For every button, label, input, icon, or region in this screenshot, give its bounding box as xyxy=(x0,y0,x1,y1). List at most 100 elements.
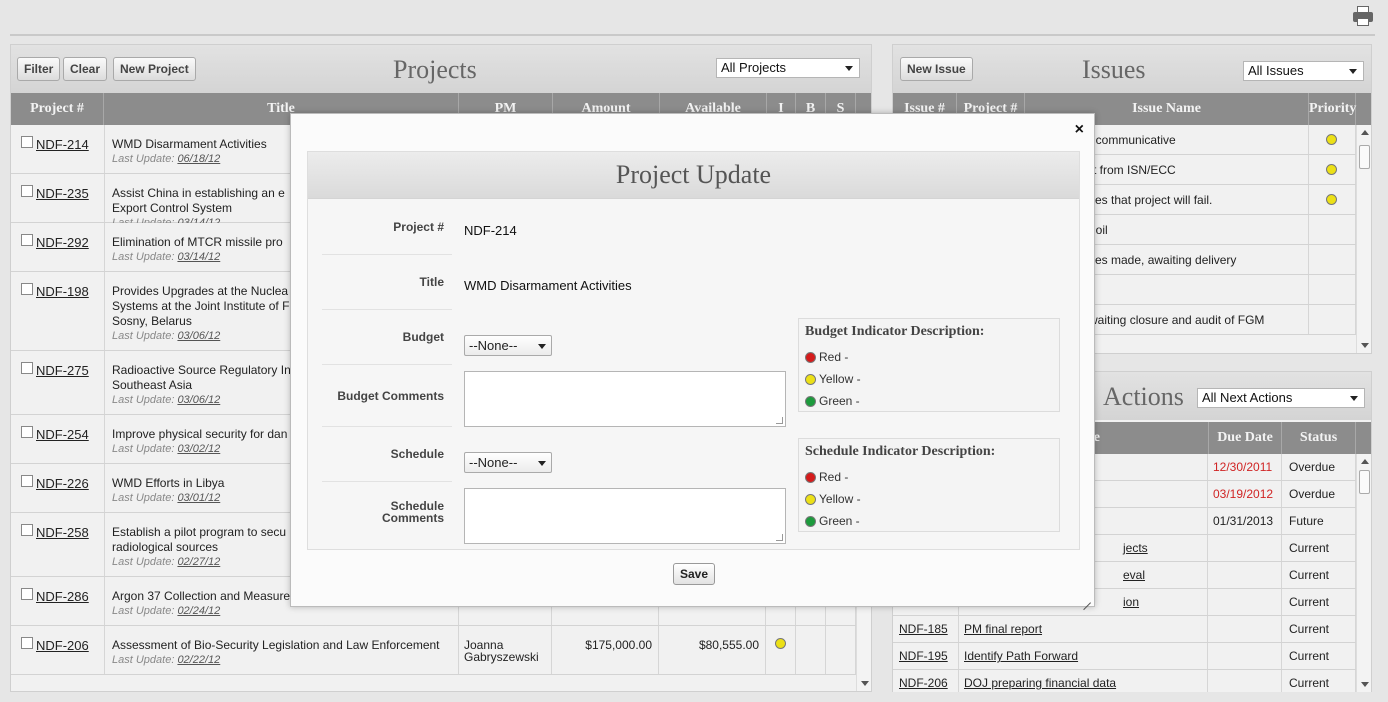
issues-filter-select[interactable]: All Issues xyxy=(1243,61,1364,81)
project-link[interactable]: NDF-235 xyxy=(36,186,89,201)
schedule-red-item: Red - xyxy=(805,466,1053,488)
action-link[interactable]: DOJ preparing financial data xyxy=(964,676,1116,690)
clear-button[interactable]: Clear xyxy=(63,57,108,81)
last-update-date[interactable]: 03/02/12 xyxy=(177,443,220,455)
title-label: Title xyxy=(419,275,444,289)
yellow-dot-icon xyxy=(805,374,816,385)
actions-filter-select[interactable]: All Next Actions xyxy=(1197,388,1365,408)
budget-red-item: Red - xyxy=(805,346,1053,368)
project-title: Assessment of Bio-Security Legislation a… xyxy=(112,638,452,668)
schedule-cell xyxy=(826,626,856,674)
title-value: WMD Disarmament Activities xyxy=(464,278,632,293)
row-checkbox[interactable] xyxy=(21,234,33,246)
pm-name: Joanna Gabryszewski xyxy=(464,639,539,663)
new-project-button[interactable]: New Project xyxy=(113,57,196,81)
action-project-cell: NDF-206 xyxy=(893,670,959,692)
project-link[interactable]: NDF-206 xyxy=(899,676,948,690)
last-update-date[interactable]: 03/06/12 xyxy=(177,394,220,406)
action-name-cell: DOJ preparing financial data xyxy=(959,670,1208,692)
action-project-cell: NDF-195 xyxy=(893,643,959,669)
due-date-cell xyxy=(1208,589,1282,615)
row-checkbox[interactable] xyxy=(21,426,33,438)
yellow-dot-icon xyxy=(1326,164,1337,175)
actions-filter-value: All Next Actions xyxy=(1202,390,1293,405)
project-link[interactable]: NDF-254 xyxy=(36,427,89,442)
last-update-date[interactable]: 02/22/12 xyxy=(177,654,220,666)
last-update-label: Last Update: xyxy=(112,330,175,342)
project-link[interactable]: NDF-206 xyxy=(36,638,89,653)
project-link[interactable]: NDF-258 xyxy=(36,525,89,540)
green-dot-icon xyxy=(805,396,816,407)
row-checkbox[interactable] xyxy=(21,283,33,295)
project-num-cell: NDF-235 xyxy=(11,174,105,222)
row-checkbox[interactable] xyxy=(21,637,33,649)
status-cell: Current xyxy=(1282,643,1356,669)
row-checkbox[interactable] xyxy=(21,362,33,374)
table-row: NDF-185 PM final report Current xyxy=(893,616,1356,643)
due-date: 01/31/2013 xyxy=(1213,514,1274,528)
last-update-date[interactable]: 02/24/12 xyxy=(177,605,220,617)
status-text: Current xyxy=(1289,595,1330,609)
budget-comments-field[interactable] xyxy=(464,371,786,427)
project-link[interactable]: NDF-226 xyxy=(36,476,89,491)
print-icon[interactable] xyxy=(1352,6,1374,26)
col-project-num[interactable]: Project # xyxy=(11,93,104,125)
row-checkbox[interactable] xyxy=(21,588,33,600)
action-link[interactable]: ion xyxy=(1123,595,1139,609)
issues-scrollbar[interactable] xyxy=(1356,125,1371,353)
schedule-comments-field[interactable] xyxy=(464,488,786,544)
last-update-date[interactable]: 03/14/12 xyxy=(177,251,220,263)
project-link[interactable]: NDF-286 xyxy=(36,589,89,604)
action-link[interactable]: jects xyxy=(1123,541,1148,555)
project-link[interactable]: NDF-195 xyxy=(899,649,948,663)
status-cell: Current xyxy=(1282,589,1356,615)
action-link[interactable]: eval xyxy=(1123,568,1145,582)
schedule-comments-row: Schedule Comments xyxy=(322,482,452,544)
project-link[interactable]: NDF-198 xyxy=(36,284,89,299)
resize-grip-icon[interactable] xyxy=(1081,593,1091,603)
row-checkbox[interactable] xyxy=(21,136,33,148)
due-date-cell xyxy=(1208,670,1282,692)
status-text: Current xyxy=(1289,649,1330,663)
action-name-cell: PM final report xyxy=(959,616,1208,642)
schedule-label: Schedule xyxy=(390,447,444,461)
budget-red-label: Red - xyxy=(819,350,849,364)
project-link[interactable]: NDF-185 xyxy=(899,622,948,636)
indicator-cell xyxy=(766,626,796,674)
project-link[interactable]: NDF-214 xyxy=(36,137,89,152)
col-due-date[interactable]: Due Date xyxy=(1209,422,1282,454)
budget-select[interactable]: --None-- xyxy=(464,335,552,356)
table-row: NDF-206 DOJ preparing financial data Curre… xyxy=(893,670,1356,692)
yellow-dot-icon xyxy=(775,638,786,649)
save-button[interactable]: Save xyxy=(673,563,716,585)
issues-header: New Issue Issues All Issues xyxy=(893,45,1371,93)
row-checkbox[interactable] xyxy=(21,185,33,197)
schedule-comments-label: Schedule Comments xyxy=(382,500,444,524)
last-update-date[interactable]: 03/01/12 xyxy=(177,492,220,504)
last-update-date[interactable]: 02/27/12 xyxy=(177,556,220,568)
projects-filter-select[interactable]: All Projects xyxy=(716,58,860,78)
red-dot-icon xyxy=(805,352,816,363)
project-num-cell: NDF-214 xyxy=(11,125,105,173)
title-cell: Assessment of Bio-Security Legislation a… xyxy=(105,626,459,674)
close-icon[interactable]: × xyxy=(1075,121,1084,139)
action-link[interactable]: PM final report xyxy=(964,622,1042,636)
col-priority[interactable]: Priority xyxy=(1309,93,1356,125)
filter-button[interactable]: Filter xyxy=(17,57,61,81)
row-checkbox[interactable] xyxy=(21,475,33,487)
schedule-select[interactable]: --None-- xyxy=(464,452,552,473)
dialog-title: Project Update xyxy=(615,160,772,189)
yellow-dot-icon xyxy=(1326,134,1337,145)
action-link[interactable]: Identify Path Forward xyxy=(964,649,1078,663)
project-link[interactable]: NDF-292 xyxy=(36,235,89,250)
project-title-line: Assessment of Bio-Security Legislation a… xyxy=(112,638,440,652)
actions-scrollbar[interactable] xyxy=(1356,454,1371,692)
budget-label: Budget xyxy=(402,330,444,344)
last-update-date[interactable]: 06/18/12 xyxy=(177,153,220,165)
last-update-date[interactable]: 03/06/12 xyxy=(177,330,220,342)
new-issue-button[interactable]: New Issue xyxy=(900,57,973,81)
schedule-yellow-item: Yellow - xyxy=(805,488,1053,510)
row-checkbox[interactable] xyxy=(21,524,33,536)
col-status[interactable]: Status xyxy=(1282,422,1356,454)
project-link[interactable]: NDF-275 xyxy=(36,363,89,378)
